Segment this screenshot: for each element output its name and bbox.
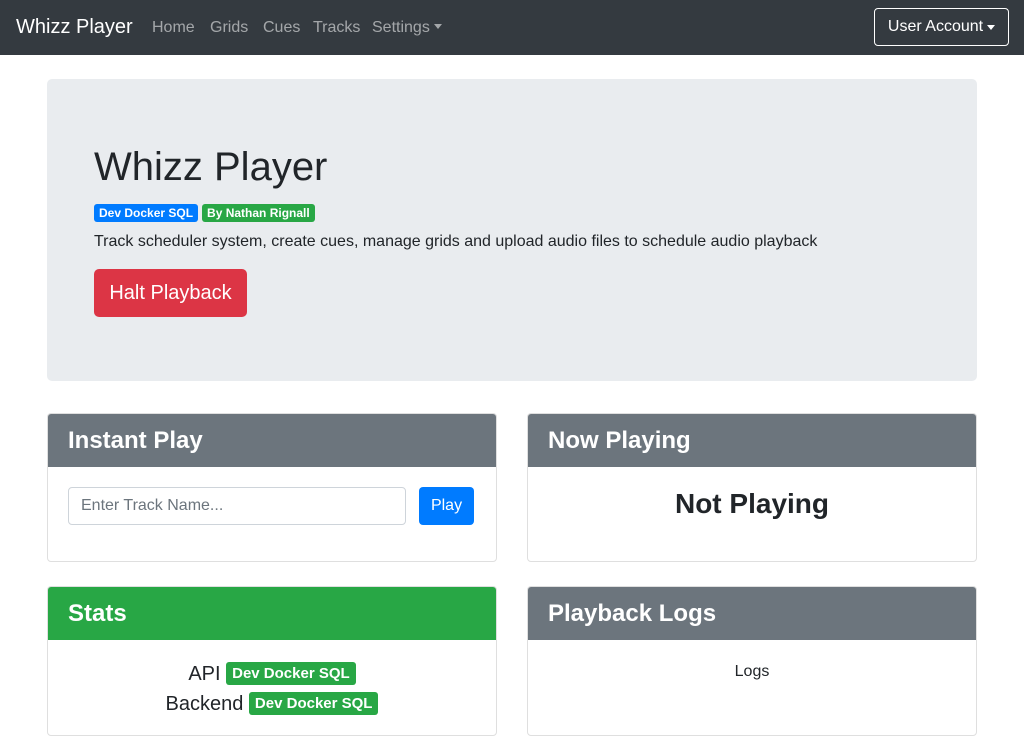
- nav-link-grids[interactable]: Grids: [210, 18, 248, 38]
- stats-card: Stats API Dev Docker SQL Backend Dev Doc…: [47, 586, 497, 736]
- play-button[interactable]: Play: [419, 487, 474, 525]
- chevron-down-icon: [987, 24, 996, 30]
- now-playing-status: Not Playing: [674, 488, 829, 519]
- instant-play-card: Instant Play Play: [47, 413, 497, 562]
- instant-play-header: Instant Play: [48, 414, 496, 467]
- chevron-down-icon: [433, 24, 442, 29]
- hero-badges: Dev Docker SQL By Nathan Rignall: [94, 204, 315, 222]
- halt-playback-button[interactable]: Halt Playback: [94, 269, 247, 317]
- stat-value-backend: Dev Docker SQL: [248, 692, 379, 715]
- hero-description: Track scheduler system, create cues, man…: [94, 233, 818, 250]
- user-account-dropdown[interactable]: User Account: [874, 8, 1009, 46]
- stat-row-api: API Dev Docker SQL: [48, 662, 496, 686]
- user-account-label: User Account: [887, 18, 984, 35]
- stat-label-api: API: [188, 663, 221, 685]
- playback-logs-card: Playback Logs Logs: [527, 586, 977, 736]
- stat-row-backend: Backend Dev Docker SQL: [48, 692, 496, 716]
- nav-dropdown-settings[interactable]: Settings: [372, 18, 442, 38]
- stats-header: Stats: [48, 587, 496, 640]
- nav-link-tracks[interactable]: Tracks: [313, 18, 360, 38]
- top-navbar: Whizz Player Home Grids Cues Tracks Sett…: [0, 0, 1024, 55]
- now-playing-header: Now Playing: [528, 414, 976, 467]
- brand-link[interactable]: Whizz Player: [16, 14, 133, 40]
- playback-logs-content: Logs: [734, 663, 770, 680]
- now-playing-card: Now Playing Not Playing: [527, 413, 977, 562]
- track-name-input[interactable]: [68, 487, 406, 525]
- environment-badge: Dev Docker SQL: [94, 204, 199, 222]
- nav-settings-label: Settings: [372, 19, 430, 36]
- playback-logs-header: Playback Logs: [528, 587, 976, 640]
- author-badge: By Nathan Rignall: [202, 204, 315, 222]
- page-title: Whizz Player: [94, 145, 328, 189]
- nav-link-cues[interactable]: Cues: [263, 18, 300, 38]
- stat-label-backend: Backend: [165, 693, 244, 715]
- nav-link-home[interactable]: Home: [152, 18, 195, 38]
- stat-value-api: Dev Docker SQL: [226, 662, 356, 685]
- hero-panel: Whizz Player Dev Docker SQL By Nathan Ri…: [47, 79, 977, 381]
